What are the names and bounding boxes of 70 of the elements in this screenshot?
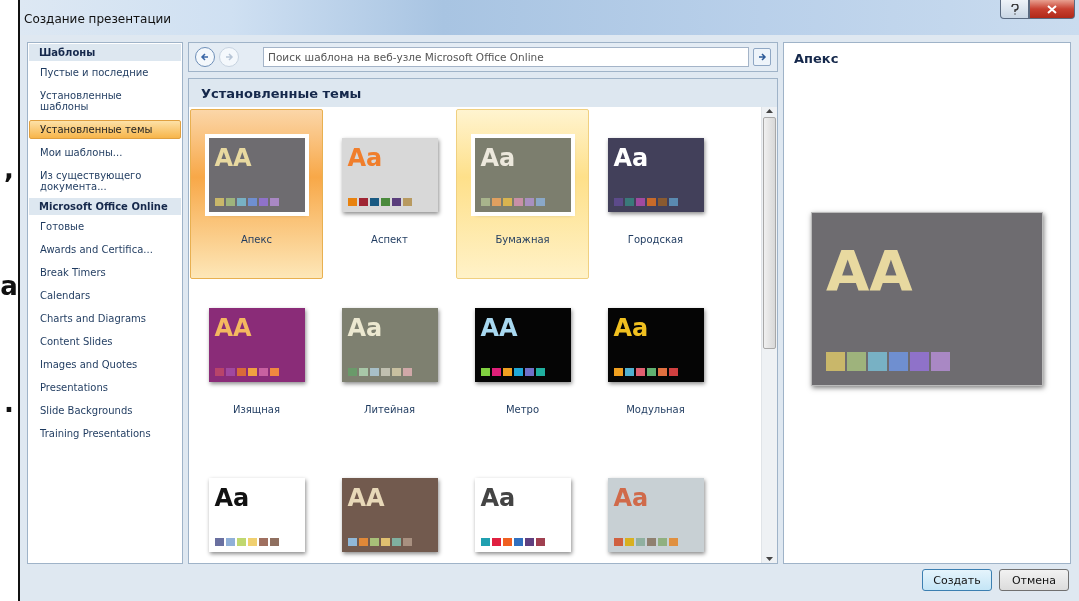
sidebar-item[interactable]: Break Timers xyxy=(29,263,181,282)
create-button[interactable]: Создать xyxy=(922,569,992,591)
thumbnail-sample-text: Aa xyxy=(480,486,516,510)
theme-name: Литейная xyxy=(363,404,416,415)
thumbnail-sample-text: Aa xyxy=(214,486,250,510)
sidebar-item[interactable]: Готовые xyxy=(29,217,181,236)
theme-tile[interactable]: Aa Бумажная xyxy=(456,109,589,279)
scroll-up-icon xyxy=(766,109,773,113)
close-icon xyxy=(1047,4,1057,14)
thumbnail-sample-text: Aa xyxy=(613,146,649,170)
thumbnail-sample-text: Aa xyxy=(347,316,383,340)
scrollbar[interactable] xyxy=(761,107,777,563)
arrow-right-icon xyxy=(757,52,767,62)
search-go-button[interactable] xyxy=(753,48,771,66)
help-button[interactable] xyxy=(1000,0,1029,19)
sidebar-heading: Шаблоны xyxy=(29,44,181,61)
sidebar-item[interactable]: Training Presentations xyxy=(29,424,181,443)
sidebar-item[interactable]: Content Slides xyxy=(29,332,181,351)
theme-name: Аспект xyxy=(371,234,408,245)
sidebar-heading: Microsoft Office Online xyxy=(29,198,181,215)
arrow-left-icon xyxy=(200,52,210,62)
theme-tile[interactable]: Aa Литейная xyxy=(323,279,456,449)
sidebar-item[interactable]: Presentations xyxy=(29,378,181,397)
close-button[interactable] xyxy=(1029,0,1075,19)
search-field[interactable]: Поиск шаблона на веб-узле Microsoft Office Online xyxy=(263,47,749,67)
thumbnail-sample-text: Aa xyxy=(613,316,649,340)
theme-tile[interactable]: Aa xyxy=(456,449,589,563)
help-icon xyxy=(1010,3,1019,15)
back-button[interactable] xyxy=(195,47,215,67)
theme-name: Модульная xyxy=(626,404,685,415)
background-text: . xyxy=(4,389,14,416)
theme-tile[interactable]: Aa Аспект xyxy=(323,109,456,279)
sidebar-item[interactable]: Пустые и последние xyxy=(29,63,181,82)
preview-title: Апекс xyxy=(793,50,840,68)
theme-tile[interactable]: Aa Модульная xyxy=(589,279,722,449)
theme-name: Изящная xyxy=(233,404,280,415)
thumbnail-sample-text: AA xyxy=(214,316,252,340)
thumbnail-sample-text: AA xyxy=(480,316,518,340)
cancel-button[interactable]: Отмена xyxy=(999,569,1069,591)
theme-name: Апекс xyxy=(240,234,273,245)
thumbnail-sample-text: AA xyxy=(214,146,252,170)
theme-tile[interactable]: Aa xyxy=(190,449,323,563)
theme-tile[interactable]: AA Апекс xyxy=(190,109,323,279)
theme-tile[interactable]: AA Метро xyxy=(456,279,589,449)
theme-name: Метро xyxy=(505,404,540,415)
theme-name: Городская xyxy=(627,234,684,245)
gallery-title: Установленные темы xyxy=(201,85,362,101)
sidebar-item[interactable]: Calendars xyxy=(29,286,181,305)
background-text: , xyxy=(4,155,14,182)
sidebar-item[interactable]: Charts and Diagrams xyxy=(29,309,181,328)
thumbnail-sample-text: Aa xyxy=(480,146,516,170)
sidebar-item[interactable]: Установленные темы xyxy=(29,120,181,139)
arrow-right-icon xyxy=(224,52,234,62)
thumbnail-sample-text: Aa xyxy=(347,146,383,170)
sidebar-item[interactable]: Awards and Certifica... xyxy=(29,240,181,259)
theme-tile[interactable]: Aa Городская xyxy=(589,109,722,279)
sidebar-item[interactable]: Slide Backgrounds xyxy=(29,401,181,420)
theme-tile[interactable]: AA Изящная xyxy=(190,279,323,449)
theme-name: Бумажная xyxy=(495,234,550,245)
preview-sample-text: AA xyxy=(826,242,913,299)
sidebar-item[interactable]: Images and Quotes xyxy=(29,355,181,374)
theme-tile[interactable]: AA xyxy=(323,449,456,563)
sidebar-item[interactable]: Мои шаблоны... xyxy=(29,143,181,162)
scroll-down-icon xyxy=(766,557,773,561)
background-text: a xyxy=(0,272,18,299)
sidebar-item[interactable]: Установленные шаблоны xyxy=(29,86,181,116)
sidebar-item[interactable]: Из существующего документа... xyxy=(29,166,181,196)
thumbnail-sample-text: AA xyxy=(347,486,385,510)
thumbnail-sample-text: Aa xyxy=(613,486,649,510)
window-title: Создание презентации xyxy=(24,12,172,26)
